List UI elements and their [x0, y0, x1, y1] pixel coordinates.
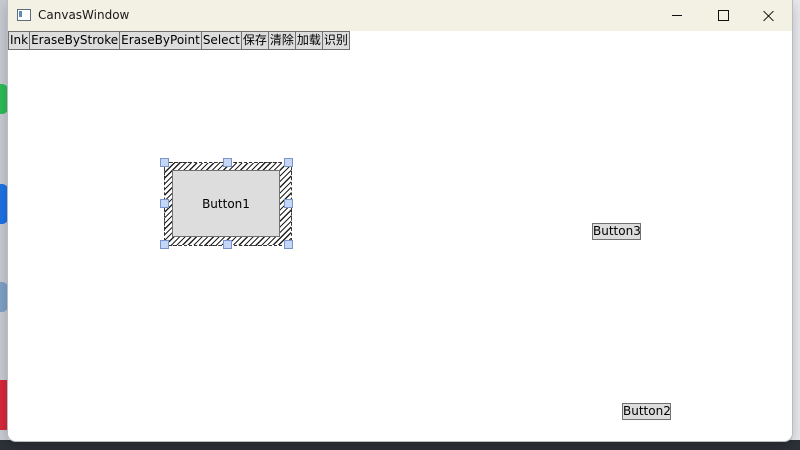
minimize-icon — [672, 15, 682, 16]
resize-handle-left[interactable] — [160, 199, 169, 208]
close-icon — [763, 10, 775, 22]
save-button[interactable]: 保存 — [240, 31, 269, 50]
minimize-button[interactable] — [654, 0, 700, 31]
recognize-button[interactable]: 识别 — [321, 31, 350, 50]
canvas-window: CanvasWindow Ink EraseByStroke EraseByPo… — [8, 0, 792, 441]
desktop-app-icon — [0, 380, 8, 430]
maximize-icon — [717, 10, 729, 21]
resize-handle-bottom-right[interactable] — [284, 240, 293, 249]
button3[interactable]: Button3 — [592, 223, 641, 240]
toolbar: Ink EraseByStroke EraseByPoint Select 保存… — [8, 31, 350, 50]
erase-by-point-button[interactable]: EraseByPoint — [119, 31, 202, 50]
ink-button[interactable]: Ink — [8, 31, 31, 50]
desktop-app-icon — [0, 282, 8, 312]
close-button[interactable] — [746, 0, 792, 31]
ink-canvas[interactable]: Button1 Button3 Button2 — [8, 50, 792, 441]
resize-handle-top-right[interactable] — [284, 158, 293, 167]
window-icon — [17, 9, 31, 21]
taskbar — [0, 440, 800, 450]
erase-by-stroke-button[interactable]: EraseByStroke — [29, 31, 121, 50]
desktop-app-icon — [0, 184, 8, 224]
resize-handle-right[interactable] — [284, 199, 293, 208]
maximize-button[interactable] — [700, 0, 746, 31]
desktop-background — [792, 0, 800, 450]
select-button[interactable]: Select — [200, 31, 242, 50]
title-bar[interactable]: CanvasWindow — [8, 0, 792, 31]
window-title: CanvasWindow — [38, 8, 130, 22]
clear-button[interactable]: 清除 — [267, 31, 296, 50]
selection-adorner[interactable]: Button1 — [160, 158, 293, 249]
button1[interactable]: Button1 — [172, 170, 280, 237]
resize-handle-bottom-left[interactable] — [160, 240, 169, 249]
resize-handle-top[interactable] — [223, 158, 232, 167]
button2[interactable]: Button2 — [622, 403, 671, 420]
desktop-app-icon — [0, 84, 8, 114]
load-button[interactable]: 加载 — [294, 31, 323, 50]
resize-handle-top-left[interactable] — [160, 158, 169, 167]
resize-handle-bottom[interactable] — [223, 240, 232, 249]
